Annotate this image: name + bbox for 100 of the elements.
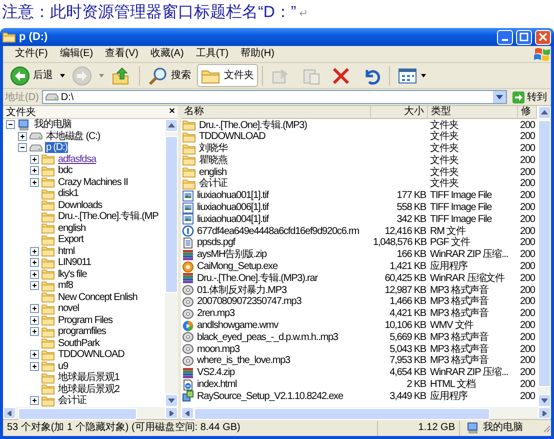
file-name[interactable]: 2ren.mp3 bbox=[195, 308, 236, 320]
expand-icon[interactable] bbox=[18, 132, 27, 141]
expand-icon[interactable] bbox=[30, 258, 39, 268]
search-button[interactable]: 搜索 bbox=[144, 64, 195, 87]
address-field[interactable]: D:\ bbox=[42, 90, 507, 104]
tree-item[interactable]: adfasfdsa bbox=[57, 154, 97, 165]
menu-item[interactable]: 查看(V) bbox=[99, 48, 144, 60]
file-name[interactable]: CaiMong_Setup.exe bbox=[195, 261, 280, 272]
file-name[interactable]: TDDOWNLOAD bbox=[197, 131, 268, 142]
tree-item[interactable]: disk1 bbox=[57, 188, 80, 200]
computer-icon bbox=[17, 119, 31, 131]
file-date: 200 bbox=[520, 237, 535, 248]
tree-item[interactable]: New Concept Enlish bbox=[57, 292, 138, 303]
tree-item[interactable]: novel bbox=[57, 303, 80, 314]
file-name[interactable]: ppsds.pgf bbox=[195, 237, 237, 248]
horizontal-scrollbar[interactable] bbox=[181, 407, 551, 419]
tree-item[interactable]: Program Files bbox=[57, 314, 114, 326]
close-button[interactable]: × bbox=[169, 107, 175, 117]
tree-item[interactable]: 地球最后景观2 bbox=[57, 384, 120, 395]
tree-item[interactable]: html bbox=[57, 246, 76, 257]
horizontal-scrollbar[interactable] bbox=[3, 407, 178, 419]
tree-item[interactable]: LIN9011 bbox=[57, 257, 92, 268]
expand-icon[interactable] bbox=[30, 270, 39, 279]
file-date: 200 bbox=[520, 214, 535, 225]
file-name[interactable]: black_eyed_peas_-_d.p.w.m.h..mp3 bbox=[195, 332, 340, 343]
menu-item[interactable]: 编辑(E) bbox=[54, 48, 100, 60]
expand-icon[interactable] bbox=[30, 362, 39, 371]
tree-item[interactable]: 会计证 bbox=[57, 395, 88, 406]
menu-item[interactable]: 文件(F) bbox=[9, 48, 54, 60]
maximize-button[interactable] bbox=[516, 30, 532, 44]
vertical-scrollbar[interactable] bbox=[538, 106, 551, 407]
tree-item[interactable]: SouthPark bbox=[57, 338, 100, 349]
tree-item[interactable]: u9 bbox=[57, 360, 69, 372]
expand-icon[interactable] bbox=[30, 327, 39, 336]
expand-icon[interactable] bbox=[30, 281, 39, 290]
tree-item[interactable]: bdc bbox=[57, 165, 74, 176]
file-name[interactable]: english bbox=[197, 166, 228, 178]
tree-item[interactable]: 本地磁盘 (C:) bbox=[45, 130, 102, 142]
expand-icon[interactable] bbox=[30, 178, 39, 187]
folder-icon bbox=[41, 176, 55, 188]
file-name[interactable]: 刘晓华 bbox=[197, 143, 230, 154]
back-button[interactable]: 后退 bbox=[6, 64, 57, 87]
file-name[interactable]: aysMH告别版.zip bbox=[195, 249, 268, 260]
tree-item[interactable]: Crazy Machines II bbox=[57, 176, 129, 188]
tree-item[interactable]: 地球最后景观1 bbox=[57, 372, 120, 384]
menu-item[interactable]: 工具(T) bbox=[190, 48, 235, 60]
dropdown-button[interactable] bbox=[493, 91, 506, 103]
folder-icon bbox=[41, 360, 55, 372]
file-name[interactable]: VS2.4.zip bbox=[195, 367, 236, 378]
file-name[interactable]: 会计证 bbox=[197, 178, 230, 190]
tree-item[interactable]: Downloads bbox=[57, 200, 104, 211]
file-name[interactable]: 01.体制反对暴力.MP3 bbox=[195, 284, 288, 296]
file-name[interactable]: liuxiaohua006[1].tif bbox=[195, 202, 270, 214]
tree-item[interactable]: Export bbox=[57, 234, 84, 246]
folders-button[interactable]: 文件夹 bbox=[197, 64, 258, 87]
menu-item[interactable]: 收藏(A) bbox=[144, 48, 190, 60]
expand-icon[interactable] bbox=[30, 316, 39, 325]
expand-icon[interactable] bbox=[30, 166, 39, 176]
expand-icon[interactable] bbox=[30, 246, 39, 256]
file-name[interactable]: 677df4ea649e4448a6cfd16ef9d920c6.rm bbox=[195, 226, 361, 237]
file-size: 3,449 KB bbox=[390, 390, 426, 402]
vertical-scrollbar[interactable] bbox=[165, 119, 178, 407]
tree-item[interactable]: mf8 bbox=[57, 280, 74, 292]
file-name[interactable]: where_is_the_love.mp3 bbox=[195, 355, 292, 366]
tree-item[interactable]: lky's file bbox=[57, 268, 88, 280]
column-header[interactable]: 名称 bbox=[181, 106, 371, 119]
expand-icon[interactable] bbox=[30, 350, 39, 360]
file-name[interactable]: Dru.-.[The.One].专辑.(MP3) bbox=[197, 120, 309, 130]
file-name[interactable]: moon.mp3 bbox=[195, 344, 242, 355]
folder-icon bbox=[41, 337, 55, 350]
forward-icon bbox=[72, 66, 92, 86]
column-header[interactable]: 大小 bbox=[371, 106, 428, 119]
folder-icon bbox=[41, 210, 55, 223]
column-header[interactable]: 修 bbox=[518, 106, 537, 119]
tree-item[interactable]: p (D:) bbox=[45, 142, 68, 154]
file-name[interactable]: 瞿晓燕 bbox=[197, 154, 230, 166]
file-size: 4,421 KB bbox=[390, 308, 426, 320]
minimize-button[interactable] bbox=[497, 30, 513, 44]
file-name[interactable]: liuxiaohua001[1].tif bbox=[195, 190, 270, 202]
collapse-icon[interactable] bbox=[18, 143, 27, 152]
expand-icon[interactable] bbox=[30, 396, 39, 406]
tree-item[interactable]: TDDOWNLOAD bbox=[57, 349, 126, 360]
file-type: WinRAR ZIP 压缩... bbox=[430, 367, 508, 378]
tree-item[interactable]: 我的电脑 bbox=[33, 119, 73, 130]
file-name[interactable]: Dru.-.[The.One].专辑.(MP3).rar bbox=[195, 272, 320, 284]
expand-icon[interactable] bbox=[30, 304, 39, 314]
tree-item[interactable]: programfiles bbox=[57, 326, 107, 338]
expand-icon[interactable] bbox=[30, 154, 39, 164]
tree-item[interactable]: english bbox=[57, 222, 86, 234]
close-button[interactable] bbox=[535, 30, 551, 44]
file-name[interactable]: andlshowgame.wmv bbox=[195, 320, 280, 332]
menu-item[interactable]: 帮助(H) bbox=[234, 48, 280, 60]
go-button[interactable]: 转到 bbox=[510, 90, 549, 104]
file-name[interactable]: liuxiaohua004[1].tif bbox=[195, 214, 270, 225]
file-name[interactable]: RaySource_Setup_V2.1.10.8242.exe bbox=[195, 390, 345, 402]
file-name[interactable]: index.html bbox=[195, 379, 239, 390]
column-header[interactable]: 类型 bbox=[428, 106, 518, 119]
file-name[interactable]: 20070809072350747.mp3 bbox=[195, 296, 304, 308]
collapse-icon[interactable] bbox=[6, 120, 15, 130]
tree-item[interactable]: Dru.-.[The.One].专辑.(MP bbox=[57, 211, 160, 222]
